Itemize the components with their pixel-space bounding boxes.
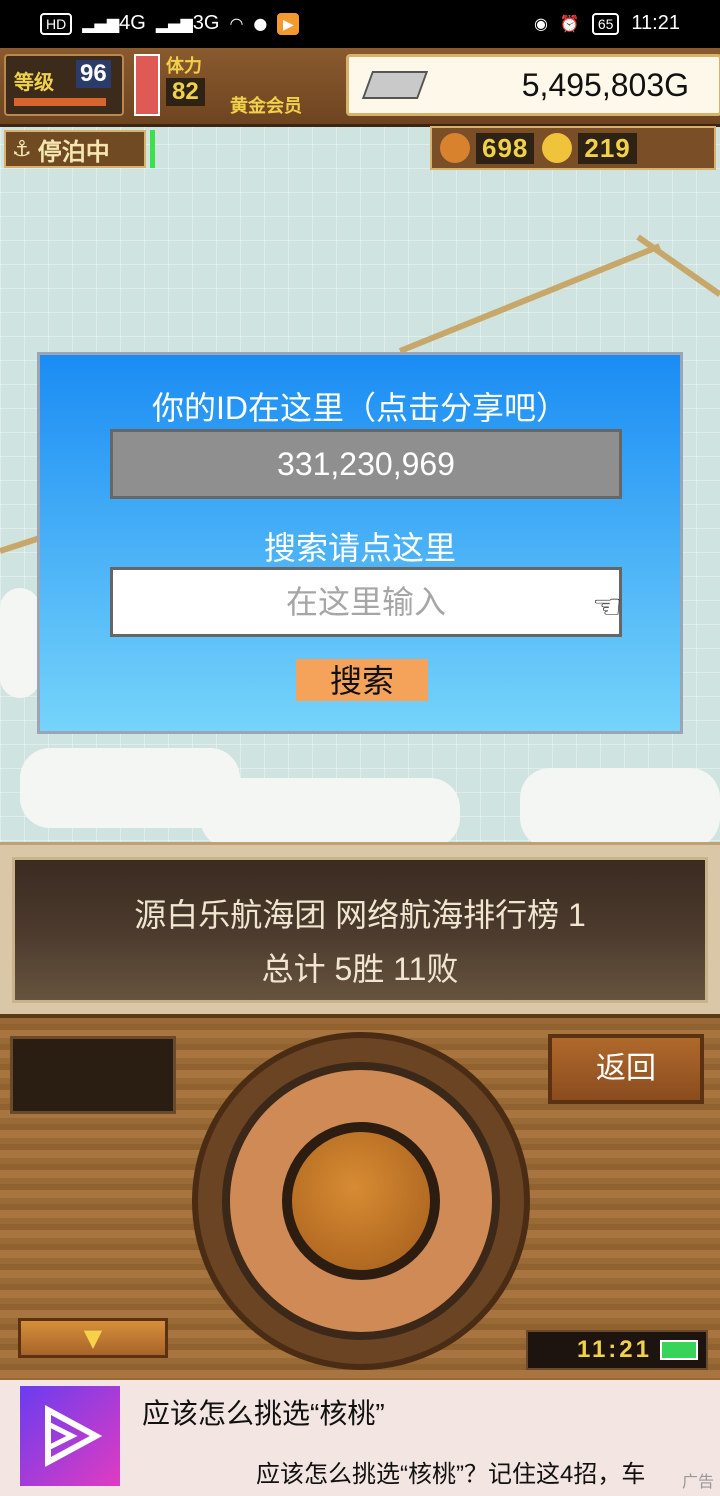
control-console: 返回 ▼ 11:21 <box>0 1014 720 1384</box>
island <box>0 588 40 698</box>
gold-coin-icon <box>542 133 573 163</box>
ranking-panel: 源白乐航海团 网络航海排行榜 1 总计 5胜 11败 <box>0 842 720 1017</box>
lifebuoy-dpad[interactable] <box>192 1032 530 1370</box>
id-search-dialog: 你的ID在这里（点击分享吧） 331,230,969 搜索请点这里 ☜ 搜索 <box>37 352 683 734</box>
top-hud: 等级 96 体力 82 黄金会员 5,495,803G <box>0 48 720 127</box>
video-app-icon[interactable] <box>20 1386 120 1486</box>
anchor-status-label: 停泊中 <box>37 138 110 166</box>
cloud <box>520 768 720 848</box>
hd-icon: HD <box>40 12 73 35</box>
member-badge: 黄金会员 <box>230 96 302 116</box>
cloud <box>200 778 460 848</box>
silver-ingot-icon <box>361 71 429 99</box>
pointing-hand-icon: ☜ <box>592 587 623 627</box>
anchor-status-button[interactable]: ⚓ 停泊中 <box>4 130 146 168</box>
dialog-title: 你的ID在这里（点击分享吧） <box>151 390 568 426</box>
back-button[interactable]: 返回 <box>548 1034 704 1104</box>
stamina-value: 82 <box>166 78 205 106</box>
stamina-bar <box>134 54 160 116</box>
status-indicator <box>150 130 155 168</box>
route-line <box>636 234 720 297</box>
signal-4g: ▂▄▆4G <box>82 12 146 34</box>
status-bar: HD ▂▄▆4G ▂▄▆3G ◠ ● ▶ ◉ ⏰ 65 11:21 <box>0 0 720 48</box>
gold-amount: 5,495,803G <box>521 67 689 103</box>
sub-hud: ⚓ 停泊中 698 219 <box>0 124 720 170</box>
search-button[interactable]: 搜索 <box>296 659 428 701</box>
ad-subtitle[interactable]: 应该怎么挑选“核桃”？记住这4招，车 <box>256 1454 645 1489</box>
signal-3g: ▂▄▆3G <box>155 12 220 34</box>
level-label: 等级 <box>14 72 54 94</box>
ad-label: 广告 <box>681 1474 714 1491</box>
alarm-icon: ⏰ <box>559 14 580 33</box>
game-clock: 11:21 <box>526 1330 708 1370</box>
search-input[interactable] <box>110 567 622 637</box>
ad-title[interactable]: 应该怎么挑选“核桃” <box>142 1392 385 1432</box>
medal-icon <box>440 133 470 163</box>
anchor-icon: ⚓ <box>12 136 32 162</box>
player-id-box[interactable]: 331,230,969 <box>110 429 622 499</box>
route-line <box>0 535 39 554</box>
resource-coins: 219 <box>578 132 637 164</box>
wechat-icon: ● <box>253 14 268 33</box>
exp-bar <box>14 98 106 106</box>
ranking-box: 源白乐航海团 网络航海排行榜 1 总计 5胜 11败 <box>12 857 708 1003</box>
gold-panel[interactable]: 5,495,803G <box>346 54 720 116</box>
level-panel: 等级 96 <box>4 54 124 116</box>
ranking-title: 源白乐航海团 网络航海排行榜 1 <box>134 897 586 933</box>
scroll-down-button[interactable]: ▼ <box>18 1318 168 1358</box>
battery-level: 65 <box>591 12 620 35</box>
mini-screen <box>10 1036 176 1114</box>
status-time: 11:21 <box>631 12 680 34</box>
dpad-center-button[interactable] <box>282 1122 440 1280</box>
resource-panel: 698 219 <box>430 126 716 170</box>
game-clock-time: 11:21 <box>576 1336 652 1363</box>
eye-icon: ◉ <box>533 14 548 33</box>
search-hint: 搜索请点这里 <box>263 530 456 566</box>
ranking-record: 总计 5胜 11败 <box>261 951 459 987</box>
level-value: 96 <box>76 60 111 88</box>
route-line <box>398 243 661 354</box>
battery-icon <box>660 1340 698 1360</box>
app-notification-icon: ▶ <box>277 12 300 35</box>
stamina-label: 体力 <box>166 56 202 76</box>
resource-medals: 698 <box>476 132 535 164</box>
ad-banner[interactable]: 应该怎么挑选“核桃” 应该怎么挑选“核桃”？记住这4招，车 广告 <box>0 1380 720 1496</box>
wifi-icon: ◠ <box>229 14 244 33</box>
